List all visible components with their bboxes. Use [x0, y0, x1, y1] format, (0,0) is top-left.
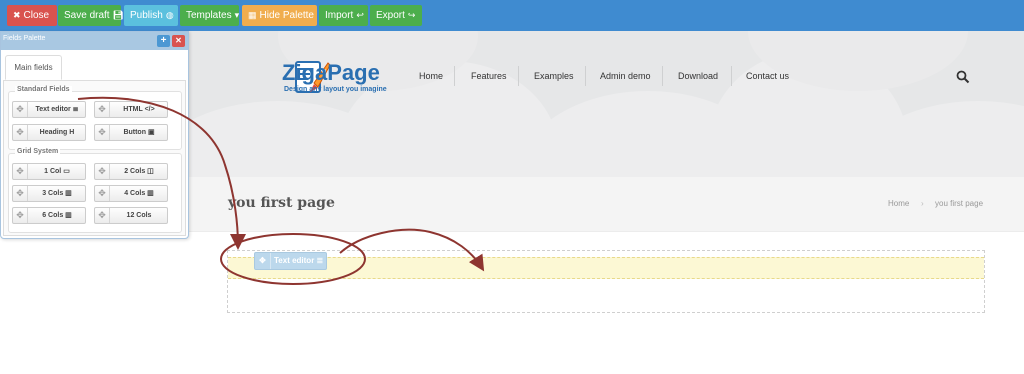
col-3-icon: ▥: [65, 190, 72, 197]
text-editor-icon: ≣: [316, 256, 324, 265]
save-draft-label: Save draft: [64, 10, 110, 21]
palette-body: Standard Fields ✥ Text editor ≣ ✥ HTML </>…: [3, 80, 186, 236]
grid-2-cols[interactable]: ✥ 2 Cols ◫: [94, 163, 168, 180]
grid-4-cols[interactable]: ✥ 4 Cols ▥: [94, 185, 168, 202]
table-icon: ▦: [248, 10, 257, 20]
search-icon[interactable]: [956, 70, 970, 84]
breadcrumb-current: you first page: [935, 199, 984, 208]
field-heading[interactable]: ✥ Heading H: [12, 124, 86, 141]
move-icon: ✥: [13, 102, 28, 117]
logo-tagline: Design any layout you imagine: [284, 86, 387, 93]
code-icon: </>: [144, 106, 155, 113]
export-label: Export: [376, 10, 405, 21]
move-icon: ✥: [13, 186, 28, 201]
nav-features[interactable]: Features: [471, 62, 507, 90]
nav-admin-demo[interactable]: Admin demo: [600, 62, 651, 90]
grid-system-legend: Grid System: [15, 148, 61, 155]
grid-3-cols[interactable]: ✥ 3 Cols ▥: [12, 185, 86, 202]
field-text-editor-label: Text editor: [35, 106, 71, 113]
field-button-label: Button: [123, 129, 146, 136]
button-icon: ▣: [147, 129, 155, 136]
nav-home[interactable]: Home: [419, 62, 443, 90]
col-6-icon: ▥: [65, 212, 72, 219]
col-2-icon: ◫: [147, 168, 154, 175]
palette-header[interactable]: Fields Palette + ✕: [1, 32, 188, 50]
breadcrumb-separator: ›: [921, 199, 924, 208]
grid-3-cols-label: 3 Cols: [42, 190, 64, 197]
import-button[interactable]: Import ↩: [319, 5, 368, 26]
export-button[interactable]: Export ↪: [370, 5, 422, 26]
col-4-icon: ▥: [147, 190, 154, 197]
plus-icon[interactable]: +: [157, 35, 170, 47]
import-label: Import: [325, 10, 354, 21]
grid-12-cols[interactable]: ✥ 12 Cols: [94, 207, 168, 224]
editor-toolbar: ✖ Close Save draft 💾︎ Publish ◍ Templates ▾ …: [0, 0, 1024, 31]
logo-title[interactable]: ZigaPage: [282, 60, 380, 86]
standard-fields-group: Standard Fields ✥ Text editor ≣ ✥ HTML </>…: [8, 86, 182, 150]
templates-label: Templates: [186, 10, 232, 21]
heading-icon: H: [69, 129, 75, 136]
move-icon: ✥: [95, 208, 110, 223]
grid-1-col[interactable]: ✥ 1 Col ▭: [12, 163, 86, 180]
templates-dropdown[interactable]: Templates ▾: [180, 5, 239, 26]
hide-palette-label: Hide Palette: [259, 10, 314, 21]
grid-6-cols-label: 6 Cols: [42, 212, 64, 219]
reply-icon: ↩: [356, 10, 364, 20]
lines-icon: ≣: [72, 106, 79, 113]
move-icon: ✥: [95, 186, 110, 201]
move-icon: ✥: [95, 102, 110, 117]
move-icon: ✥: [95, 125, 110, 140]
palette-title: Fields Palette: [3, 35, 46, 42]
col-1-icon: ▭: [63, 168, 70, 175]
field-heading-label: Heading: [39, 129, 68, 136]
close-button[interactable]: ✖ Close: [7, 5, 57, 26]
dragged-field-label: Text editor: [274, 256, 315, 265]
field-text-editor[interactable]: ✥ Text editor ≣: [12, 101, 86, 118]
grid-system-group: Grid System ✥ 1 Col ▭ ✥ 2 Cols ◫ ✥ 3 Cols ▥…: [8, 148, 182, 233]
close-icon[interactable]: ✕: [172, 35, 185, 47]
dragged-text-editor-field[interactable]: ✥ Text editor ≣: [254, 252, 327, 270]
floppy-icon: 💾︎: [112, 10, 125, 20]
nav-contact-us[interactable]: Contact us: [746, 62, 789, 90]
move-icon: ✥: [95, 164, 110, 179]
standard-fields-legend: Standard Fields: [15, 86, 72, 93]
grid-1-col-label: 1 Col: [44, 168, 62, 175]
nav-download[interactable]: Download: [678, 62, 718, 90]
close-label: Close: [23, 10, 50, 21]
site-header: [188, 31, 1024, 177]
times-icon: ✖: [13, 10, 21, 20]
drop-target-row[interactable]: [228, 257, 984, 279]
field-button[interactable]: ✥ Button ▣: [94, 124, 168, 141]
move-icon: ✥: [13, 208, 28, 223]
fields-palette[interactable]: Fields Palette + ✕ Standard Fields ✥ Text…: [0, 31, 189, 239]
globe-icon: ◍: [165, 10, 174, 20]
page-builder-screen: ZigaPage Design any layout you imagine H…: [0, 0, 1024, 374]
grid-12-cols-label: 12 Cols: [126, 212, 152, 219]
tab-main-fields[interactable]: Main fields: [5, 55, 62, 80]
move-icon: ✥: [13, 125, 28, 140]
breadcrumb-home[interactable]: Home: [888, 199, 909, 208]
publish-button[interactable]: Publish ◍: [124, 5, 178, 26]
share-icon: ↪: [407, 10, 416, 20]
caret-down-icon: ▾: [234, 10, 240, 20]
move-icon: ✥: [255, 253, 271, 269]
save-draft-button[interactable]: Save draft 💾︎: [58, 5, 125, 26]
field-html-label: HTML: [123, 106, 143, 113]
page-title: you first page: [228, 195, 335, 211]
grid-2-cols-label: 2 Cols: [124, 168, 146, 175]
field-html[interactable]: ✥ HTML </>: [94, 101, 168, 118]
nav-examples[interactable]: Examples: [534, 62, 574, 90]
hide-palette-button[interactable]: ▦ Hide Palette: [242, 5, 317, 26]
move-icon: ✥: [13, 164, 28, 179]
grid-4-cols-label: 4 Cols: [124, 190, 146, 197]
grid-6-cols[interactable]: ✥ 6 Cols ▥: [12, 207, 86, 224]
publish-label: Publish: [130, 10, 163, 21]
